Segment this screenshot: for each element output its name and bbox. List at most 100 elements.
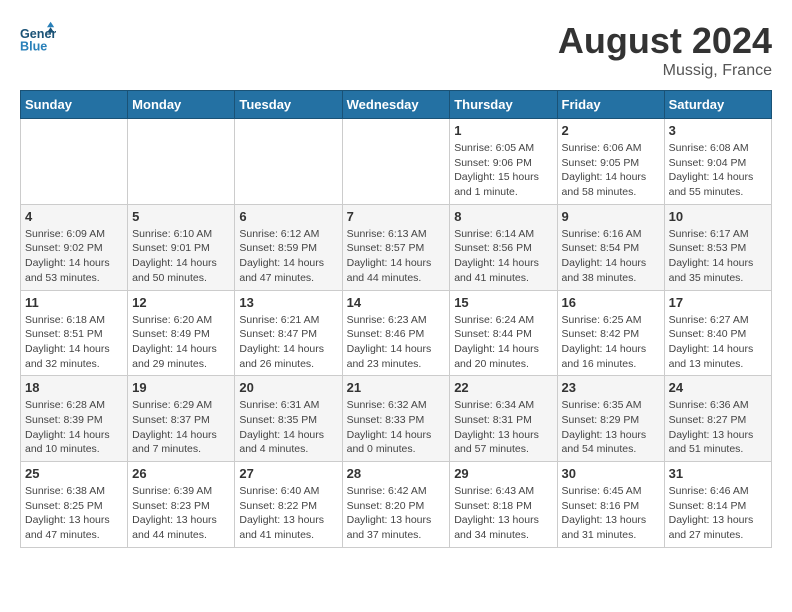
day-info: Sunrise: 6:06 AMSunset: 9:05 PMDaylight:… xyxy=(562,141,660,200)
calendar-day-cell: 16 Sunrise: 6:25 AMSunset: 8:42 PMDayligh… xyxy=(557,290,664,376)
calendar-day-cell: 23Sunrise: 6:35 AMSunset: 8:29 PMDayligh… xyxy=(557,376,664,462)
day-info: Sunrise: 6:08 AMSunset: 9:04 PMDaylight:… xyxy=(669,141,767,200)
calendar-day-cell: 8Sunrise: 6:14 AMSunset: 8:56 PMDaylight… xyxy=(450,204,557,290)
calendar-day-cell: 24 Sunrise: 6:36 AMSunset: 8:27 PMDayligh… xyxy=(664,376,771,462)
calendar-header-sunday: Sunday xyxy=(21,91,128,119)
svg-text:Blue: Blue xyxy=(20,40,47,54)
day-number: 15 xyxy=(454,295,552,310)
day-number: 3 xyxy=(669,123,767,138)
calendar-day-cell: 28 Sunrise: 6:42 AMSunset: 8:20 PMDayligh… xyxy=(342,462,450,548)
calendar-day-cell: 3 Sunrise: 6:08 AMSunset: 9:04 PMDaylight… xyxy=(664,119,771,205)
day-info: Sunrise: 6:05 AMSunset: 9:06 PMDaylight:… xyxy=(454,141,552,200)
calendar-day-cell: 9Sunrise: 6:16 AMSunset: 8:54 PMDaylight… xyxy=(557,204,664,290)
day-info: Sunrise: 6:46 AMSunset: 8:14 PMDaylight:… xyxy=(669,484,767,543)
calendar-day-cell: 6 Sunrise: 6:12 AMSunset: 8:59 PMDaylight… xyxy=(235,204,342,290)
day-info: Sunrise: 6:39 AMSunset: 8:23 PMDaylight:… xyxy=(132,484,230,543)
calendar-day-cell: 19 Sunrise: 6:29 AMSunset: 8:37 PMDayligh… xyxy=(128,376,235,462)
page-header: General Blue August 2024 Mussig, France xyxy=(20,20,772,80)
calendar-header-wednesday: Wednesday xyxy=(342,91,450,119)
day-number: 13 xyxy=(239,295,337,310)
calendar-day-cell: 12Sunrise: 6:20 AMSunset: 8:49 PMDayligh… xyxy=(128,290,235,376)
day-number: 8 xyxy=(454,209,552,224)
calendar-day-cell: 21 Sunrise: 6:32 AMSunset: 8:33 PMDayligh… xyxy=(342,376,450,462)
day-number: 30 xyxy=(562,466,660,481)
calendar-day-cell: 1 Sunrise: 6:05 AMSunset: 9:06 PMDaylight… xyxy=(450,119,557,205)
calendar-day-cell: 14Sunrise: 6:23 AMSunset: 8:46 PMDayligh… xyxy=(342,290,450,376)
day-info: Sunrise: 6:21 AMSunset: 8:47 PMDaylight:… xyxy=(239,313,337,372)
calendar-week-row: 4 Sunrise: 6:09 AMSunset: 9:02 PMDaylight… xyxy=(21,204,772,290)
calendar-day-cell: 2Sunrise: 6:06 AMSunset: 9:05 PMDaylight… xyxy=(557,119,664,205)
day-info: Sunrise: 6:38 AMSunset: 8:25 PMDaylight:… xyxy=(25,484,123,543)
day-number: 6 xyxy=(239,209,337,224)
calendar-day-cell: 17 Sunrise: 6:27 AMSunset: 8:40 PMDayligh… xyxy=(664,290,771,376)
day-info: Sunrise: 6:36 AMSunset: 8:27 PMDaylight:… xyxy=(669,398,767,457)
day-number: 16 xyxy=(562,295,660,310)
day-info: Sunrise: 6:16 AMSunset: 8:54 PMDaylight:… xyxy=(562,227,660,286)
day-info: Sunrise: 6:42 AMSunset: 8:20 PMDaylight:… xyxy=(347,484,446,543)
day-info: Sunrise: 6:27 AMSunset: 8:40 PMDaylight:… xyxy=(669,313,767,372)
calendar-day-cell: 25 Sunrise: 6:38 AMSunset: 8:25 PMDayligh… xyxy=(21,462,128,548)
day-number: 12 xyxy=(132,295,230,310)
calendar-day-cell: 7 Sunrise: 6:13 AMSunset: 8:57 PMDaylight… xyxy=(342,204,450,290)
calendar-day-cell: 18 Sunrise: 6:28 AMSunset: 8:39 PMDayligh… xyxy=(21,376,128,462)
month-title: August 2024 xyxy=(558,20,772,62)
day-number: 26 xyxy=(132,466,230,481)
day-info: Sunrise: 6:25 AMSunset: 8:42 PMDaylight:… xyxy=(562,313,660,372)
calendar-week-row: 25 Sunrise: 6:38 AMSunset: 8:25 PMDayligh… xyxy=(21,462,772,548)
day-number: 28 xyxy=(347,466,446,481)
day-number: 4 xyxy=(25,209,123,224)
calendar-header-tuesday: Tuesday xyxy=(235,91,342,119)
day-number: 5 xyxy=(132,209,230,224)
day-info: Sunrise: 6:43 AMSunset: 8:18 PMDaylight:… xyxy=(454,484,552,543)
calendar-day-cell: 13 Sunrise: 6:21 AMSunset: 8:47 PMDayligh… xyxy=(235,290,342,376)
calendar-day-cell: 26 Sunrise: 6:39 AMSunset: 8:23 PMDayligh… xyxy=(128,462,235,548)
calendar-day-cell: 31 Sunrise: 6:46 AMSunset: 8:14 PMDayligh… xyxy=(664,462,771,548)
day-number: 20 xyxy=(239,380,337,395)
calendar-day-cell xyxy=(342,119,450,205)
title-area: August 2024 Mussig, France xyxy=(558,20,772,80)
day-number: 23 xyxy=(562,380,660,395)
calendar-header-friday: Friday xyxy=(557,91,664,119)
location: Mussig, France xyxy=(558,62,772,80)
calendar-day-cell: 20 Sunrise: 6:31 AMSunset: 8:35 PMDayligh… xyxy=(235,376,342,462)
day-info: Sunrise: 6:29 AMSunset: 8:37 PMDaylight:… xyxy=(132,398,230,457)
day-info: Sunrise: 6:40 AMSunset: 8:22 PMDaylight:… xyxy=(239,484,337,543)
calendar-day-cell: 11 Sunrise: 6:18 AMSunset: 8:51 PMDayligh… xyxy=(21,290,128,376)
day-number: 18 xyxy=(25,380,123,395)
day-number: 21 xyxy=(347,380,446,395)
calendar-day-cell xyxy=(21,119,128,205)
calendar-week-row: 11 Sunrise: 6:18 AMSunset: 8:51 PMDayligh… xyxy=(21,290,772,376)
day-info: Sunrise: 6:28 AMSunset: 8:39 PMDaylight:… xyxy=(25,398,123,457)
day-number: 27 xyxy=(239,466,337,481)
day-info: Sunrise: 6:24 AMSunset: 8:44 PMDaylight:… xyxy=(454,313,552,372)
day-number: 14 xyxy=(347,295,446,310)
day-info: Sunrise: 6:18 AMSunset: 8:51 PMDaylight:… xyxy=(25,313,123,372)
day-info: Sunrise: 6:34 AMSunset: 8:31 PMDaylight:… xyxy=(454,398,552,457)
day-number: 25 xyxy=(25,466,123,481)
day-info: Sunrise: 6:10 AMSunset: 9:01 PMDaylight:… xyxy=(132,227,230,286)
calendar-header-row: SundayMondayTuesdayWednesdayThursdayFrid… xyxy=(21,91,772,119)
day-number: 11 xyxy=(25,295,123,310)
day-info: Sunrise: 6:13 AMSunset: 8:57 PMDaylight:… xyxy=(347,227,446,286)
calendar-day-cell: 15 Sunrise: 6:24 AMSunset: 8:44 PMDayligh… xyxy=(450,290,557,376)
day-info: Sunrise: 6:09 AMSunset: 9:02 PMDaylight:… xyxy=(25,227,123,286)
logo: General Blue xyxy=(20,20,56,56)
calendar-day-cell: 10 Sunrise: 6:17 AMSunset: 8:53 PMDayligh… xyxy=(664,204,771,290)
day-number: 7 xyxy=(347,209,446,224)
day-number: 1 xyxy=(454,123,552,138)
calendar-day-cell: 29Sunrise: 6:43 AMSunset: 8:18 PMDayligh… xyxy=(450,462,557,548)
calendar-week-row: 1 Sunrise: 6:05 AMSunset: 9:06 PMDaylight… xyxy=(21,119,772,205)
day-info: Sunrise: 6:17 AMSunset: 8:53 PMDaylight:… xyxy=(669,227,767,286)
calendar-day-cell xyxy=(128,119,235,205)
day-number: 10 xyxy=(669,209,767,224)
day-number: 31 xyxy=(669,466,767,481)
day-info: Sunrise: 6:12 AMSunset: 8:59 PMDaylight:… xyxy=(239,227,337,286)
day-number: 19 xyxy=(132,380,230,395)
day-number: 17 xyxy=(669,295,767,310)
calendar-day-cell: 22Sunrise: 6:34 AMSunset: 8:31 PMDayligh… xyxy=(450,376,557,462)
day-info: Sunrise: 6:32 AMSunset: 8:33 PMDaylight:… xyxy=(347,398,446,457)
day-number: 24 xyxy=(669,380,767,395)
day-info: Sunrise: 6:45 AMSunset: 8:16 PMDaylight:… xyxy=(562,484,660,543)
logo-icon: General Blue xyxy=(20,20,56,56)
day-info: Sunrise: 6:31 AMSunset: 8:35 PMDaylight:… xyxy=(239,398,337,457)
